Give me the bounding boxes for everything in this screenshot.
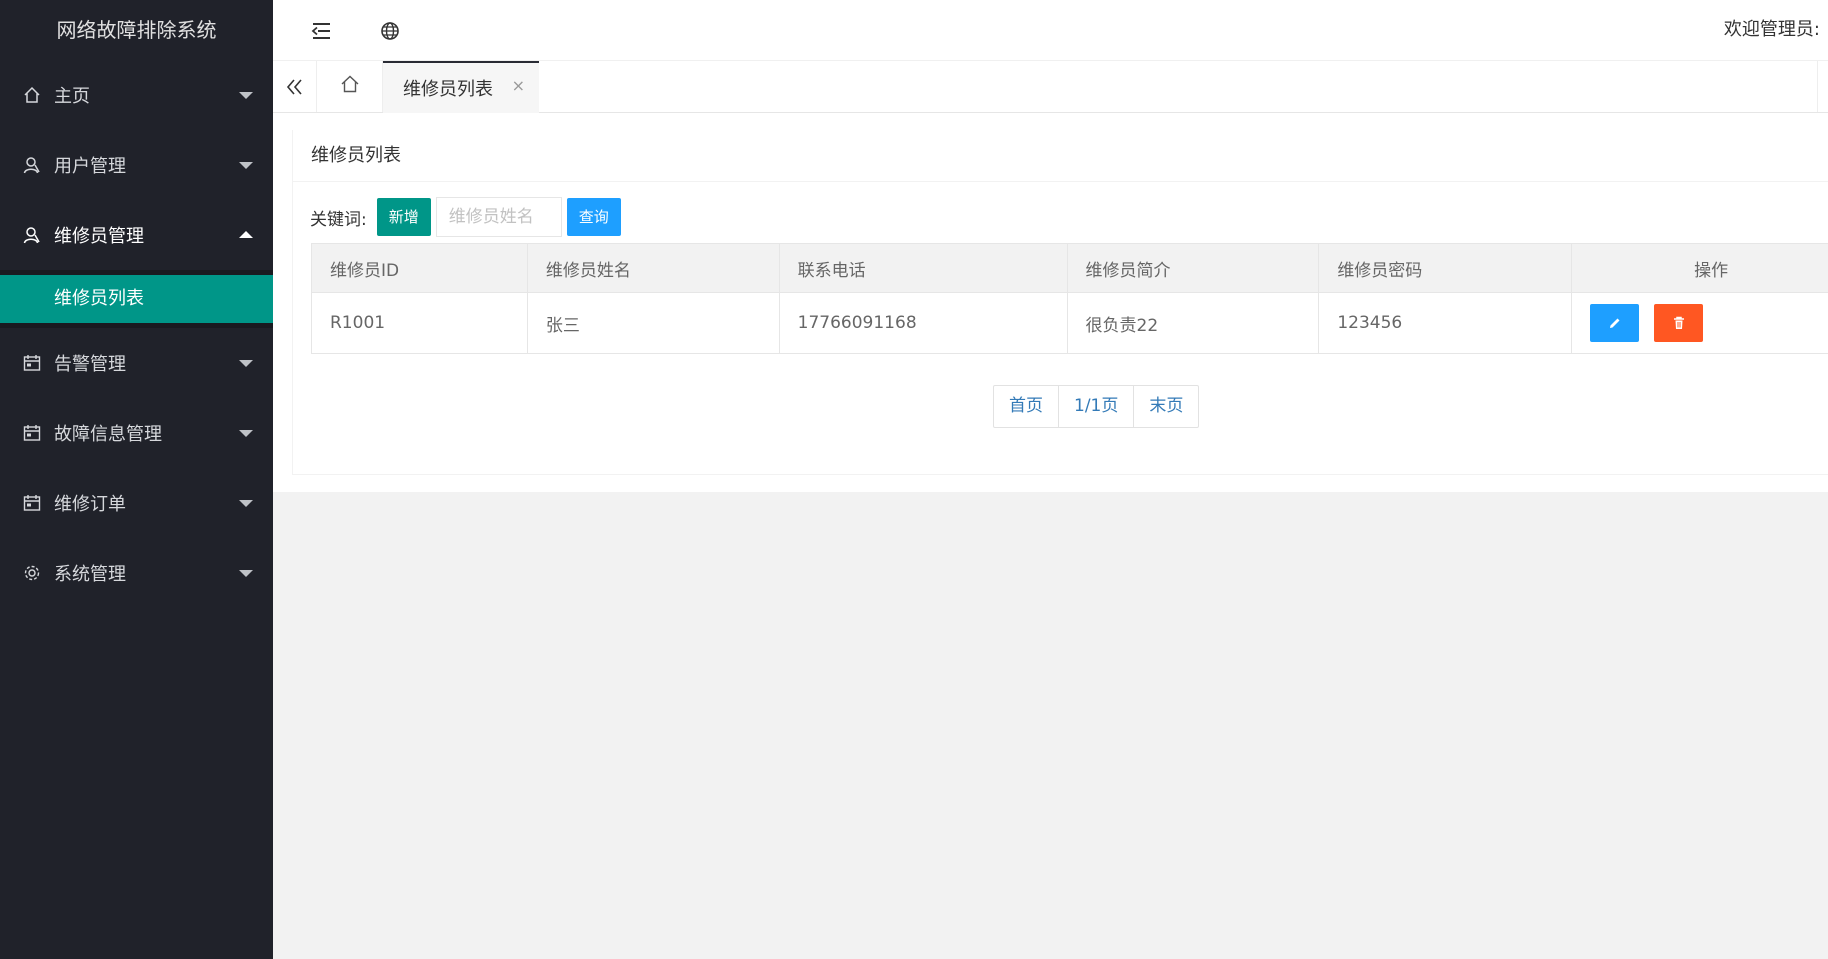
column-header: 维修员密码 bbox=[1318, 243, 1573, 293]
home-icon bbox=[22, 85, 42, 105]
page-current[interactable]: 1/1页 bbox=[1059, 386, 1135, 427]
sidebar-item-alarms[interactable]: 告警管理 bbox=[0, 328, 273, 398]
cell-actions bbox=[1571, 292, 1828, 354]
table-header-row: 维修员ID 维修员姓名 联系电话 维修员简介 维修员密码 操作 bbox=[311, 243, 1828, 293]
cell-id: R1001 bbox=[311, 292, 528, 354]
sidebar-item-label: 维修订单 bbox=[54, 494, 126, 515]
column-header: 操作 bbox=[1571, 243, 1828, 293]
chevron-down-icon bbox=[239, 360, 253, 367]
sidebar-item-label: 维修员管理 bbox=[54, 226, 144, 247]
column-header: 联系电话 bbox=[778, 243, 1068, 293]
collapse-menu-icon[interactable] bbox=[308, 18, 334, 44]
close-icon[interactable]: × bbox=[512, 76, 525, 95]
sidebar-item-orders[interactable]: 维修订单 bbox=[0, 468, 273, 538]
calendar-icon bbox=[22, 423, 42, 443]
sidebar-item-repairmen[interactable]: 维修员管理 bbox=[0, 200, 273, 270]
sidebar-item-users[interactable]: 用户管理 bbox=[0, 130, 273, 200]
calendar-icon bbox=[22, 493, 42, 513]
cell-phone: 17766091168 bbox=[778, 292, 1068, 354]
globe-icon[interactable] bbox=[377, 18, 403, 44]
repairman-table: 维修员ID 维修员姓名 联系电话 维修员简介 维修员密码 操作 R1001 张三… bbox=[311, 243, 1828, 354]
tab-bar: 维修员列表 × bbox=[273, 61, 1828, 113]
sidebar-item-label: 故障信息管理 bbox=[54, 424, 162, 445]
page-last[interactable]: 末页 bbox=[1134, 386, 1198, 427]
edit-button[interactable] bbox=[1590, 304, 1640, 342]
add-button[interactable]: 新增 bbox=[376, 198, 431, 236]
sidebar-item-label: 告警管理 bbox=[54, 354, 126, 375]
pagination: 首页 1/1页 末页 bbox=[993, 385, 1200, 428]
tab-label: 维修员列表 bbox=[403, 79, 493, 100]
app-title: 网络故障排除系统 bbox=[0, 0, 273, 60]
search-toolbar: 关键词: 新增 查询 bbox=[310, 197, 621, 237]
calendar-icon bbox=[22, 353, 42, 373]
cell-password: 123456 bbox=[1318, 292, 1573, 354]
page-first[interactable]: 首页 bbox=[994, 386, 1059, 427]
user-icon bbox=[22, 225, 42, 245]
delete-button[interactable] bbox=[1654, 304, 1704, 342]
chevron-down-icon bbox=[239, 570, 253, 577]
sidebar-subitem-repairman-list[interactable]: 维修员列表 bbox=[0, 275, 273, 323]
sidebar-item-label: 主页 bbox=[54, 86, 90, 107]
submenu: 维修员列表 bbox=[0, 270, 273, 328]
column-header: 维修员ID bbox=[311, 243, 528, 293]
home-icon bbox=[340, 74, 360, 99]
table-row: R1001 张三 17766091168 很负责22 123456 bbox=[311, 292, 1828, 354]
sidebar-item-system[interactable]: 系统管理 bbox=[0, 538, 273, 608]
user-icon bbox=[22, 155, 42, 175]
chevron-up-icon bbox=[239, 231, 253, 238]
card-title: 维修员列表 bbox=[293, 130, 1828, 182]
tab-repairman-list[interactable]: 维修员列表 × bbox=[383, 61, 539, 113]
sidebar-item-home[interactable]: 主页 bbox=[0, 60, 273, 130]
sidebar: 网络故障排除系统 主页 用户管理 维修员管理 维修员列表 告警管理 故障信息管理… bbox=[0, 0, 273, 959]
query-button[interactable]: 查询 bbox=[566, 198, 621, 236]
top-header: 欢迎管理员: bbox=[273, 0, 1828, 61]
chevron-down-icon bbox=[239, 430, 253, 437]
divider bbox=[1817, 61, 1818, 112]
sidebar-item-faults[interactable]: 故障信息管理 bbox=[0, 398, 273, 468]
chevron-down-icon bbox=[239, 500, 253, 507]
chevron-down-icon bbox=[239, 92, 253, 99]
column-header: 维修员简介 bbox=[1066, 243, 1320, 293]
chevron-down-icon bbox=[239, 162, 253, 169]
pencil-icon bbox=[1609, 318, 1620, 328]
sidebar-item-label: 系统管理 bbox=[54, 564, 126, 585]
trash-icon bbox=[1673, 316, 1684, 329]
cell-intro: 很负责22 bbox=[1066, 292, 1320, 354]
tabs-scroll-left-icon[interactable] bbox=[273, 61, 317, 112]
sidebar-item-label: 用户管理 bbox=[54, 156, 126, 177]
search-input[interactable] bbox=[435, 197, 562, 237]
welcome-text[interactable]: 欢迎管理员: bbox=[1724, 0, 1820, 60]
tab-home[interactable] bbox=[317, 61, 383, 112]
keyword-label: 关键词: bbox=[310, 209, 367, 230]
cell-name: 张三 bbox=[526, 292, 780, 354]
column-header: 维修员姓名 bbox=[526, 243, 780, 293]
gear-icon bbox=[22, 563, 42, 583]
